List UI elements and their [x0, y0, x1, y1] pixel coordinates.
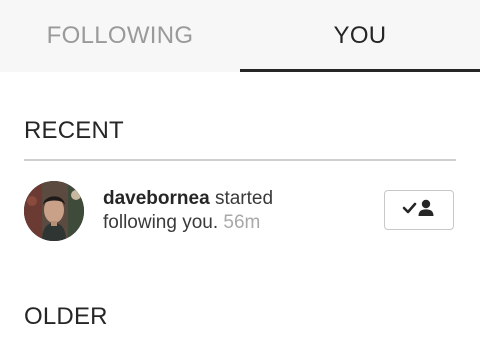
activity-text: davebornea started following you. 56m	[103, 187, 313, 235]
activity-item[interactable]: davebornea started following you. 56m	[24, 181, 456, 241]
tab-following-label: FOLLOWING	[46, 22, 194, 49]
section-heading-recent: RECENT	[24, 117, 124, 144]
activity-action-part1: started	[214, 188, 274, 209]
active-tab-indicator	[240, 69, 480, 72]
section-divider	[24, 159, 456, 161]
tab-following[interactable]: FOLLOWING	[0, 0, 240, 72]
following-toggle-button[interactable]	[384, 190, 454, 230]
username-link[interactable]: davebornea	[103, 188, 210, 209]
tab-you[interactable]: YOU	[240, 0, 480, 72]
avatar-image	[24, 181, 84, 241]
checkmark-person-icon	[402, 197, 436, 224]
tab-bar: FOLLOWING YOU	[0, 0, 480, 72]
tab-you-label: YOU	[333, 22, 387, 49]
section-heading-older: OLDER	[24, 303, 108, 330]
avatar[interactable]	[24, 181, 84, 241]
activity-action-part2: following you.	[103, 212, 219, 233]
activity-timestamp: 56m	[223, 212, 261, 233]
